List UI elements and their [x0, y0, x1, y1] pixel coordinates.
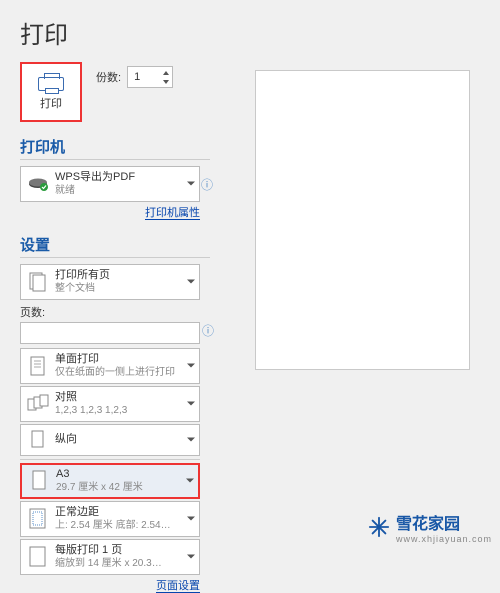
copies-down[interactable] — [161, 77, 171, 86]
scope-select[interactable]: 打印所有页 整个文档 — [20, 264, 200, 300]
section-settings: 设置 — [20, 234, 210, 258]
side-select[interactable]: 单面打印 仅在纸面的一侧上进行打印 — [20, 348, 200, 384]
chevron-down-icon — [187, 280, 195, 285]
pages-label: 页数: ⓘ — [20, 304, 200, 320]
scope-title: 打印所有页 — [55, 269, 110, 281]
scope-sub: 整个文档 — [55, 283, 181, 296]
collate-icon — [27, 392, 49, 416]
separator — [20, 459, 200, 460]
paper-title: A3 — [56, 468, 69, 480]
watermark-brand: 雪花家园 — [396, 516, 460, 533]
info-icon[interactable]: ⓘ — [202, 322, 214, 339]
orient-title: 纵向 — [55, 433, 77, 445]
copies-label: 份数: — [96, 69, 121, 85]
chevron-down-icon — [187, 438, 195, 443]
portrait-icon — [27, 428, 49, 452]
watermark-url: www.xhjiayuan.com — [396, 534, 492, 544]
link-page-setup[interactable]: 页面设置 — [156, 580, 200, 593]
per-page-icon — [27, 545, 49, 569]
collate-select[interactable]: 对照 1,2,3 1,2,3 1,2,3 — [20, 386, 200, 422]
side-sub: 仅在纸面的一侧上进行打印 — [55, 367, 181, 380]
copies-input[interactable]: 1 — [127, 66, 173, 88]
watermark: 雪花家园 www.xhjiayuan.com — [368, 510, 492, 544]
info-icon[interactable]: ⓘ — [201, 176, 213, 193]
single-side-icon — [27, 354, 49, 378]
print-button[interactable]: 打印 — [20, 62, 82, 122]
paper-sub: 29.7 厘米 x 42 厘米 — [56, 482, 180, 495]
printer-icon — [38, 73, 64, 93]
page-title: 打印 — [20, 15, 210, 50]
perpage-title: 每版打印 1 页 — [55, 544, 122, 556]
margin-sub: 上: 2.54 厘米 底部: 2.54… — [55, 520, 181, 533]
chevron-down-icon — [187, 364, 195, 369]
margin-title: 正常边距 — [55, 506, 99, 518]
chevron-down-icon — [187, 182, 195, 187]
collate-sub: 1,2,3 1,2,3 1,2,3 — [55, 405, 181, 418]
pages-input[interactable] — [20, 322, 200, 344]
copies-value: 1 — [134, 71, 140, 83]
printer-select[interactable]: WPS导出为PDF 就绪 ⓘ — [20, 166, 200, 202]
printer-status: 就绪 — [55, 185, 181, 198]
section-printer: 打印机 — [20, 136, 210, 160]
pages-icon — [27, 270, 49, 294]
page-preview — [255, 70, 470, 370]
margin-select[interactable]: 正常边距 上: 2.54 厘米 底部: 2.54… — [20, 501, 200, 537]
orientation-select[interactable]: 纵向 — [20, 424, 200, 456]
link-printer-props[interactable]: 打印机属性 — [145, 207, 200, 220]
perpage-sub: 缩放到 14 厘米 x 20.3… — [55, 558, 181, 571]
printer-status-icon — [27, 172, 49, 196]
print-button-label: 打印 — [40, 95, 62, 111]
per-page-select[interactable]: 每版打印 1 页 缩放到 14 厘米 x 20.3… — [20, 539, 200, 575]
page-icon — [28, 469, 50, 493]
copies-up[interactable] — [161, 68, 171, 77]
chevron-down-icon — [186, 479, 194, 484]
collate-title: 对照 — [55, 391, 77, 403]
chevron-down-icon — [187, 517, 195, 522]
chevron-down-icon — [187, 402, 195, 407]
side-title: 单面打印 — [55, 353, 99, 365]
snowflake-icon — [368, 516, 390, 538]
printer-name: WPS导出为PDF — [55, 171, 135, 183]
margin-icon — [27, 507, 49, 531]
paper-size-select[interactable]: A3 29.7 厘米 x 42 厘米 — [20, 463, 200, 499]
